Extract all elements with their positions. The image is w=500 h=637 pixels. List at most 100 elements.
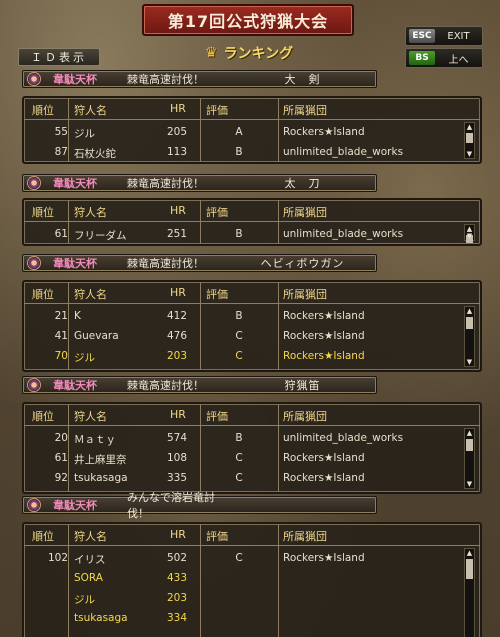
- hr-cell: 502: [166, 552, 187, 564]
- col-name: 狩人名: [74, 104, 107, 117]
- cup-name: 韋駄天杯: [53, 257, 97, 270]
- scrollbar[interactable]: ▲▼: [464, 306, 475, 367]
- quest-task: 棘竜高速討伐！: [127, 177, 204, 190]
- guild-cell: Rockers★Island: [283, 310, 365, 322]
- quest-task: 棘竜高速討伐！: [127, 257, 204, 270]
- hunter-name-cell: tsukasaga: [74, 612, 128, 624]
- quest-emblem-icon: [27, 498, 41, 512]
- table-header: 順位 狩人名 HR 評価 所属猟団: [24, 404, 480, 426]
- hunter-name-cell: ジル: [74, 352, 95, 364]
- back-button[interactable]: BS 上へ: [405, 48, 483, 68]
- ranking-table: 順位 狩人名 HR 評価 所属猟団 102 イリス 502 C Rockers★Island SOR…: [22, 522, 482, 637]
- rank-cell: 61: [54, 228, 68, 240]
- scrollbar[interactable]: ▲▼: [464, 428, 475, 489]
- col-rank: 順位: [32, 410, 54, 423]
- table-header: 順位 狩人名 HR 評価 所属猟団: [24, 524, 480, 546]
- scroll-thumb[interactable]: [466, 317, 473, 329]
- col-guild: 所属猟団: [283, 288, 327, 301]
- scrollbar[interactable]: ▲▼: [464, 224, 475, 243]
- rank-cell: 61: [54, 452, 68, 464]
- table-row[interactable]: 92 tsukasaga 335 C Rockers★Island: [24, 468, 480, 488]
- eval-cell: B: [235, 432, 243, 444]
- weapon-type: 太 刀: [284, 177, 321, 190]
- col-name: 狩人名: [74, 530, 107, 543]
- guild-cell: unlimited_blade_works: [283, 146, 404, 158]
- table-row[interactable]: 21 K 412 B Rockers★Island: [24, 306, 480, 326]
- ranking-heading: ♛ ランキング: [174, 42, 324, 64]
- quest-emblem-icon: [27, 378, 41, 392]
- scroll-thumb[interactable]: [466, 439, 473, 451]
- eval-cell: C: [235, 350, 243, 362]
- col-guild: 所属猟団: [283, 206, 327, 219]
- scroll-up-icon[interactable]: ▲: [465, 549, 474, 557]
- quest-bar: 韋駄天杯 棘竜高速討伐！ 大 剣: [22, 70, 377, 88]
- scroll-down-icon[interactable]: ▼: [465, 150, 474, 158]
- col-hr: HR: [170, 102, 186, 115]
- table-row[interactable]: 61 フリーダム 251 Bunlimited_blade_works: [24, 224, 480, 244]
- scrollbar[interactable]: ▲▼: [464, 122, 475, 159]
- scroll-down-icon[interactable]: ▼: [465, 232, 474, 240]
- table-row[interactable]: 41 Guevara 476 C Rockers★Island: [24, 326, 480, 346]
- col-guild: 所属猟団: [283, 530, 327, 543]
- scroll-down-icon[interactable]: ▼: [465, 480, 474, 488]
- scroll-thumb[interactable]: [466, 133, 473, 143]
- ranking-table: 順位 狩人名 HR 評価 所属猟団 55 ジル 205 A Rockers★Island 87 石杖火…: [22, 96, 482, 164]
- hr-cell: 113: [166, 146, 187, 158]
- exit-button[interactable]: ESC EXIT: [405, 26, 483, 46]
- rank-cell: 70: [54, 350, 68, 362]
- weapon-type: 大 剣: [284, 73, 321, 86]
- eval-cell: B: [235, 310, 243, 322]
- col-guild: 所属猟団: [283, 104, 327, 117]
- table-header: 順位 狩人名 HR 評価 所属猟団: [24, 200, 480, 222]
- table-row[interactable]: SORA 433: [24, 568, 480, 588]
- scroll-thumb[interactable]: [466, 559, 473, 579]
- back-label: 上へ: [448, 54, 469, 66]
- col-hr: HR: [170, 204, 186, 217]
- hr-cell: 433: [166, 572, 187, 584]
- rank-cell: 21: [54, 310, 68, 322]
- col-rank: 順位: [32, 104, 54, 117]
- scrollbar[interactable]: ▲▼: [464, 548, 475, 637]
- cup-name: 韋駄天杯: [53, 379, 97, 392]
- table-header: 順位 狩人名 HR 評価 所属猟団: [24, 98, 480, 120]
- table-row[interactable]: tsukasaga 334: [24, 608, 480, 628]
- crown-icon: ♛: [204, 45, 218, 61]
- hunter-name-cell: ジル: [74, 594, 95, 606]
- hunter-name-cell: SORA: [74, 572, 103, 584]
- col-rank: 順位: [32, 206, 54, 219]
- col-name: 狩人名: [74, 206, 107, 219]
- ranking-table: 順位 狩人名 HR 評価 所属猟団 21 K 412 B Rockers★Island 41 Guev…: [22, 280, 482, 372]
- quest-task: 棘竜高速討伐！: [127, 73, 204, 86]
- table-row[interactable]: 61 井上麻里奈 108 C Rockers★Island: [24, 448, 480, 468]
- weapon-type: 狩猟笛: [284, 379, 321, 392]
- table-row[interactable]: 102 イリス 502 C Rockers★Island: [24, 548, 480, 568]
- guild-cell: unlimited_blade_works: [283, 228, 404, 240]
- table-row[interactable]: 87 石杖火鉈 113 Bunlimited_blade_works: [24, 142, 480, 162]
- hunter-name-cell: ジル: [74, 128, 95, 140]
- col-eval: 評価: [206, 206, 228, 219]
- table-row[interactable]: ジル 203: [24, 588, 480, 608]
- guild-cell: Rockers★Island: [283, 126, 365, 138]
- eval-cell: C: [235, 452, 243, 464]
- table-row[interactable]: 70 ジル 203 C Rockers★Island: [24, 346, 480, 366]
- quest-bar: 韋駄天杯 棘竜高速討伐！ 太 刀: [22, 174, 377, 192]
- hr-cell: 203: [166, 350, 187, 362]
- scroll-down-icon[interactable]: ▼: [465, 358, 474, 366]
- weapon-type: ヘビィボウガン: [260, 257, 345, 270]
- col-name: 狩人名: [74, 410, 107, 423]
- scroll-up-icon[interactable]: ▲: [465, 429, 474, 437]
- id-display-button[interactable]: ＩＤ表示: [18, 48, 100, 66]
- cup-name: 韋駄天杯: [53, 499, 97, 512]
- hunter-name-cell: イリス: [74, 554, 106, 566]
- hr-cell: 574: [166, 432, 187, 444]
- esc-key-icon: ESC: [409, 29, 435, 43]
- hunter-name-cell: Guevara: [74, 330, 119, 342]
- scroll-up-icon[interactable]: ▲: [465, 307, 474, 315]
- eval-cell: C: [235, 552, 243, 564]
- col-name: 狩人名: [74, 288, 107, 301]
- table-row[interactable]: 20 Ｍａｔｙ 574 Bunlimited_blade_works: [24, 428, 480, 448]
- scroll-up-icon[interactable]: ▲: [465, 123, 474, 131]
- table-row[interactable]: 55 ジル 205 A Rockers★Island: [24, 122, 480, 142]
- col-eval: 評価: [206, 288, 228, 301]
- col-hr: HR: [170, 286, 186, 299]
